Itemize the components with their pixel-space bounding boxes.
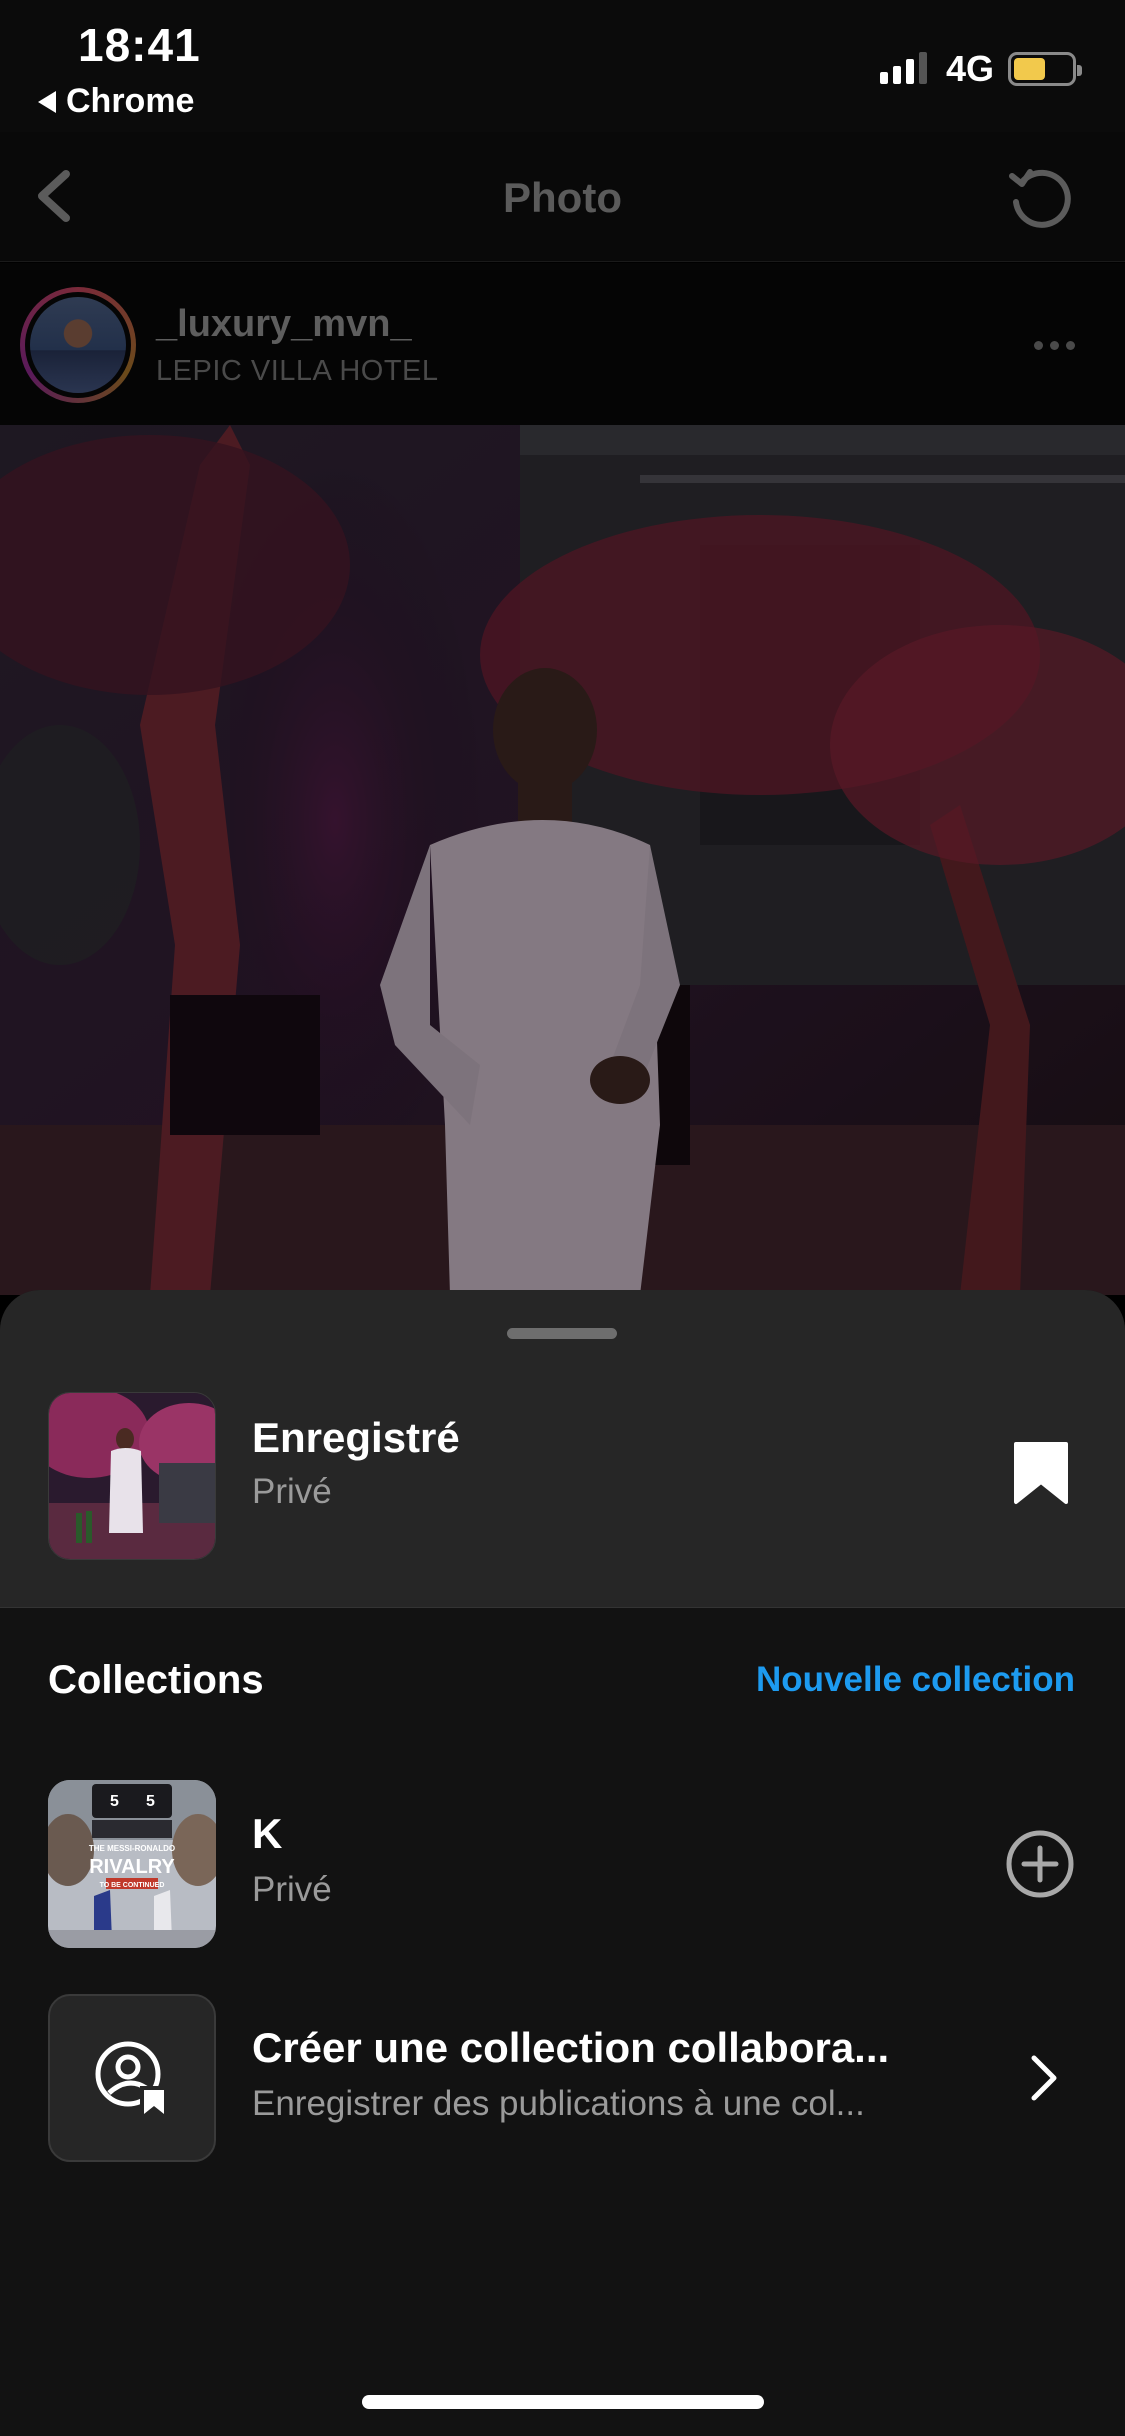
collection-title: K [252, 1810, 283, 1857]
back-app-label: Chrome [66, 82, 195, 120]
save-bottom-sheet: Enregistré Privé Collections Nouvelle co… [0, 1290, 1125, 2436]
status-time: 18:41 [78, 19, 201, 71]
post-header: _luxury_mvn_ LEPIC VILLA HOTEL [0, 263, 1125, 425]
back-to-app-link[interactable]: Chrome [38, 82, 194, 121]
back-triangle-icon [38, 90, 56, 113]
network-type: 4G [946, 48, 995, 89]
thumb-line2: RIVALRY [89, 1856, 175, 1878]
saved-title: Enregistré [252, 1414, 460, 1461]
avatar[interactable] [20, 287, 136, 403]
saved-privacy: Privé [252, 1472, 332, 1511]
saved-thumbnail [48, 1392, 216, 1560]
chevron-right-icon[interactable] [1024, 2052, 1064, 2104]
collaborative-collection-icon [95, 2041, 168, 2116]
collection-description: Enregistrer des publications à une col..… [252, 2084, 865, 2123]
new-collection-button[interactable]: Nouvelle collection [756, 1660, 1075, 1700]
collections-heading: Collections [48, 1658, 264, 1702]
refresh-icon[interactable] [1004, 162, 1076, 234]
battery-level [1014, 58, 1045, 80]
create-collaborative-collection[interactable]: Créer une collection collabora... Enregi… [0, 1994, 1125, 2164]
thumb-score-left: 5 [110, 1793, 119, 1810]
thumb-line3: TO BE CONTINUED [100, 1882, 165, 1889]
collection-privacy: Privé [252, 1870, 332, 1909]
signal-icon [880, 50, 927, 84]
collection-item-k[interactable]: 5 5 THE MESSI-RONALDO RIVALRY TO BE CONT… [0, 1780, 1125, 1950]
thumb-score-right: 5 [146, 1793, 155, 1810]
collection-title: Créer une collection collabora... [252, 2024, 890, 2071]
collaborative-collection-thumbnail [48, 1994, 216, 2162]
post-photo[interactable] [0, 425, 1125, 1295]
post-username[interactable]: _luxury_mvn_ [156, 303, 412, 346]
post-location[interactable]: LEPIC VILLA HOTEL [156, 355, 439, 388]
saved-section[interactable]: Enregistré Privé [0, 1290, 1125, 1608]
add-circle-icon[interactable] [1004, 1828, 1076, 1900]
nav-bar: Photo [0, 132, 1125, 262]
page-title: Photo [503, 174, 622, 221]
battery-icon [1008, 52, 1082, 86]
status-bar: 18:41 Chrome 4G [0, 0, 1125, 132]
sheet-grabber[interactable] [507, 1328, 617, 1339]
thumb-line1: THE MESSI-RONALDO [89, 1844, 175, 1853]
more-horizontal-icon[interactable] [1034, 341, 1075, 350]
collection-thumbnail: 5 5 THE MESSI-RONALDO RIVALRY TO BE CONT… [48, 1780, 216, 1948]
home-indicator[interactable] [362, 2395, 764, 2409]
bookmark-filled-icon[interactable] [1012, 1440, 1070, 1506]
